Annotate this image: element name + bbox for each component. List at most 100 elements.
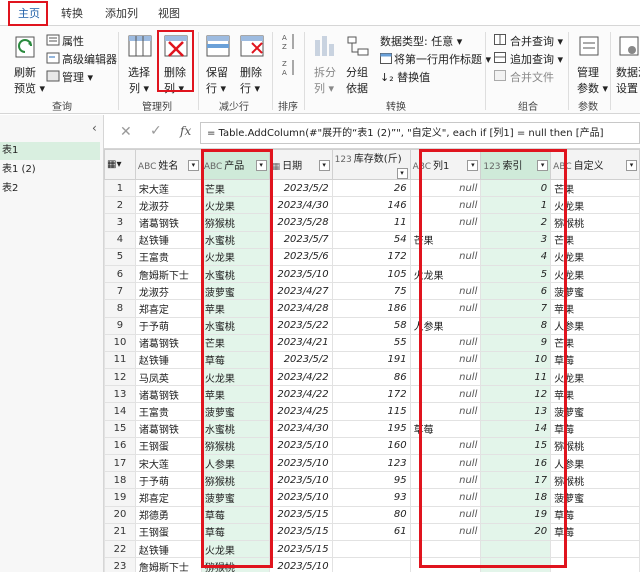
filter-dropdown-icon[interactable]: ▾ (537, 160, 549, 171)
table-cell-stock[interactable] (331, 539, 411, 559)
table-cell-product[interactable]: 菠萝蜜 (200, 488, 270, 507)
remove-rows-button[interactable]: 删除行 ▾ (240, 64, 262, 96)
table-cell-stock[interactable]: 191 (331, 350, 411, 370)
table-cell-date[interactable]: 2023/4/22 (268, 385, 333, 404)
table-cell-date[interactable]: 2023/4/21 (268, 333, 333, 352)
table-row[interactable]: 10 诸葛钢铁 芒果 2023/4/21 55 null 9 芒果 (104, 333, 640, 352)
table-cell-date[interactable]: 2023/5/15 (268, 539, 333, 559)
table-cell-date[interactable]: 2023/5/10 (268, 453, 333, 473)
row-number[interactable]: 1 (104, 178, 136, 198)
data-source-settings-icon[interactable] (618, 34, 640, 61)
split-column-button[interactable]: 拆分列 ▾ (314, 64, 336, 96)
table-cell-list1[interactable]: null (409, 368, 482, 387)
table-cell-name[interactable]: 詹姆斯下士 (134, 264, 202, 284)
table-cell-list1[interactable]: null (409, 436, 482, 456)
row-number[interactable]: 16 (104, 436, 136, 456)
table-cell-list1[interactable]: null (409, 453, 482, 473)
table-cell-custom[interactable]: 草莓 (550, 505, 640, 524)
table-row[interactable]: 7 龙淑芬 菠萝蜜 2023/4/27 75 null 6 菠萝蜜 (104, 282, 640, 301)
table-row[interactable]: 1 宋大莲 芒果 2023/5/2 26 null 0 芒果 (104, 178, 640, 198)
row-number[interactable]: 6 (104, 264, 136, 284)
table-cell-custom[interactable]: 人参果 (550, 316, 640, 335)
table-cell-product[interactable]: 草莓 (200, 350, 270, 370)
first-row-header-button[interactable]: 将第一行用作标题 ▾ (394, 51, 491, 67)
table-cell-list1[interactable]: null (409, 178, 482, 198)
table-row[interactable]: 15 诸葛钢铁 水蜜桃 2023/4/30 195 草莓 14 草莓 (104, 419, 640, 438)
table-cell-date[interactable]: 2023/5/15 (268, 522, 333, 541)
table-cell-date[interactable]: 2023/5/2 (268, 178, 333, 198)
column-header-custom[interactable]: ABC 自定义 ▾ (550, 149, 640, 180)
filter-dropdown-icon[interactable]: ▾ (187, 160, 199, 171)
row-number[interactable]: 7 (104, 282, 136, 301)
table-cell-name[interactable]: 郑喜定 (134, 299, 202, 318)
table-cell-name[interactable]: 马凤英 (134, 368, 202, 387)
table-cell-stock[interactable]: 186 (331, 299, 411, 318)
table-cell-index[interactable]: 18 (480, 488, 552, 507)
table-cell-custom[interactable]: 火龙果 (550, 368, 640, 387)
table-cell-index[interactable]: 6 (480, 282, 552, 301)
row-number[interactable]: 14 (104, 402, 136, 421)
table-cell-custom[interactable]: 芒果 (550, 333, 640, 352)
table-cell-name[interactable]: 诸葛钢铁 (134, 333, 202, 352)
table-cell-product[interactable]: 草莓 (200, 522, 270, 541)
table-cell-index[interactable]: 15 (480, 436, 552, 456)
column-type-icon[interactable]: ABC (204, 162, 222, 172)
table-cell-stock[interactable]: 11 (331, 213, 411, 232)
table-cell-list1[interactable]: 火龙果 (409, 264, 482, 284)
column-type-icon[interactable]: ABC (138, 162, 156, 172)
table-cell-stock[interactable]: 86 (331, 368, 411, 387)
table-row[interactable]: 23 詹姆斯下士 猕猴桃 2023/5/10 (104, 557, 640, 572)
column-header-date[interactable]: ▦ 日期 ▾ (268, 149, 333, 180)
table-cell-list1[interactable]: null (409, 488, 482, 507)
table-cell-list1[interactable]: 芒果 (409, 230, 482, 249)
column-header-list1[interactable]: ABC 列1 ▾ (409, 149, 482, 180)
table-cell-stock[interactable]: 105 (331, 264, 411, 284)
table-cell-list1[interactable] (409, 539, 482, 559)
table-cell-custom[interactable]: 菠萝蜜 (550, 402, 640, 421)
table-cell-list1[interactable]: null (409, 522, 482, 541)
table-row[interactable]: 3 诸葛钢铁 猕猴桃 2023/5/28 11 null 2 猕猴桃 (104, 213, 640, 232)
table-cell-product[interactable]: 水蜜桃 (200, 264, 270, 284)
manage-parameters-icon[interactable] (578, 34, 602, 61)
table-cell-name[interactable]: 龙淑芬 (134, 282, 202, 301)
table-cell-list1[interactable]: null (409, 471, 482, 490)
row-number[interactable]: 18 (104, 471, 136, 490)
column-header-product[interactable]: ABC 产品 ▾ (200, 149, 270, 180)
query-item[interactable]: 表2 (0, 180, 100, 198)
manage-parameters-button[interactable]: 管理 参数 ▾ (577, 64, 608, 96)
table-cell-custom[interactable] (550, 557, 640, 572)
split-column-icon[interactable] (313, 34, 335, 61)
table-cell-name[interactable]: 宋大莲 (134, 178, 202, 198)
table-cell-list1[interactable]: null (409, 299, 482, 318)
row-number[interactable]: 2 (104, 196, 136, 215)
table-cell-custom[interactable]: 苹果 (550, 299, 640, 318)
column-type-icon[interactable]: 123 (335, 155, 352, 165)
confirm-formula-icon[interactable]: ✓ (150, 123, 162, 139)
properties-button[interactable]: 属性 (62, 33, 84, 49)
table-cell-index[interactable]: 10 (480, 350, 552, 370)
group-by-icon[interactable] (346, 34, 370, 61)
filter-dropdown-icon[interactable]: ▾ (467, 160, 479, 171)
table-cell-index[interactable]: 17 (480, 471, 552, 490)
formula-input[interactable]: = Table.AddColumn(#"展开的“表1 (2)”", "自定义",… (200, 122, 640, 144)
column-type-icon[interactable]: 123 (483, 162, 500, 172)
table-cell-list1[interactable]: null (409, 385, 482, 404)
table-cell-date[interactable]: 2023/5/10 (268, 436, 333, 456)
table-cell-index[interactable]: 14 (480, 419, 552, 438)
tab-add-column[interactable]: 添加列 (105, 4, 138, 24)
keep-rows-icon[interactable] (206, 34, 230, 61)
row-number[interactable]: 22 (104, 539, 136, 559)
keep-rows-button[interactable]: 保留行 ▾ (206, 64, 228, 96)
table-cell-date[interactable]: 2023/4/25 (268, 402, 333, 421)
row-number[interactable]: 19 (104, 488, 136, 507)
advanced-editor-icon[interactable] (46, 52, 60, 67)
table-cell-index[interactable]: 5 (480, 264, 552, 284)
choose-columns-icon[interactable] (128, 34, 152, 61)
table-cell-date[interactable]: 2023/5/2 (268, 350, 333, 370)
table-cell-product[interactable]: 火龙果 (200, 539, 270, 559)
table-cell-stock[interactable]: 123 (331, 453, 411, 473)
table-cell-index[interactable]: 1 (480, 196, 552, 215)
table-cell-custom[interactable]: 草莓 (550, 350, 640, 370)
refresh-icon[interactable] (14, 34, 40, 63)
table-cell-product[interactable]: 猕猴桃 (200, 557, 270, 572)
